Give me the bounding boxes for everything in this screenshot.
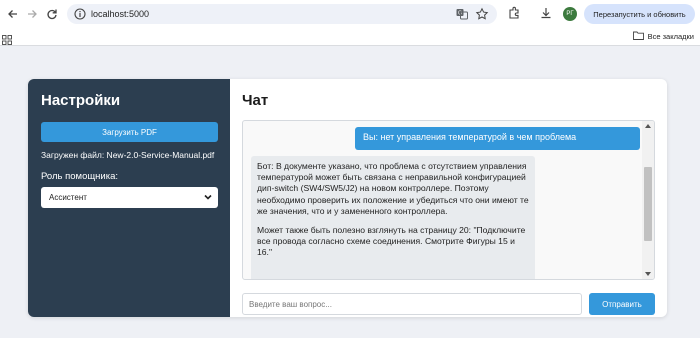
chat-panel: Чат Вы: нет управления температурой в че… (230, 79, 667, 317)
extensions-icon[interactable] (507, 6, 523, 22)
bot-message-paragraph: Может также быть полезно взглянуть на ст… (257, 225, 526, 258)
all-bookmarks-label: Все закладки (647, 32, 694, 41)
site-info-icon[interactable] (73, 7, 87, 21)
question-input[interactable] (242, 293, 582, 315)
folder-icon (632, 31, 644, 42)
role-select-value: Ассистент (49, 193, 87, 202)
scroll-down-arrow-icon[interactable] (645, 272, 651, 276)
translate-icon[interactable]: G (455, 7, 469, 21)
send-button[interactable]: Отправить (589, 293, 655, 315)
role-label: Роль помощника: (41, 171, 119, 182)
browser-toolbar: localhost:5000 G РГ Перезапустить и обно… (0, 0, 700, 28)
scroll-up-arrow-icon[interactable] (645, 124, 651, 128)
app-container: Настройки Загрузить PDF Загружен файл: N… (28, 79, 667, 317)
settings-sidebar: Настройки Загрузить PDF Загружен файл: N… (28, 79, 230, 317)
url-text: localhost:5000 (91, 9, 150, 19)
bot-message-paragraph: Бот: В документе указано, что проблема с… (257, 161, 529, 216)
bookmark-star-icon[interactable] (475, 7, 489, 21)
address-bar[interactable]: localhost:5000 G (67, 4, 497, 24)
user-message: Вы: нет управления температурой в чем пр… (355, 127, 640, 150)
back-icon[interactable] (4, 5, 22, 23)
uploaded-file-status: Загружен файл: New-2.0-Service-Manual.pd… (41, 150, 215, 160)
chat-history[interactable]: Вы: нет управления температурой в чем пр… (242, 120, 655, 280)
chat-scrollbar[interactable] (642, 121, 654, 279)
sidebar-title: Настройки (41, 92, 121, 109)
upload-pdf-button[interactable]: Загрузить PDF (41, 122, 218, 142)
reload-icon[interactable] (43, 5, 61, 23)
forward-icon[interactable] (23, 5, 41, 23)
all-bookmarks-button[interactable]: Все закладки (632, 31, 694, 42)
bot-message: Бот: В документе указано, что проблема с… (251, 156, 535, 279)
relaunch-button[interactable]: Перезапустить и обновить (584, 4, 695, 24)
chat-title: Чат (242, 92, 269, 109)
apps-grid-icon[interactable] (2, 32, 12, 45)
chevron-down-icon (203, 192, 213, 202)
scrollbar-thumb[interactable] (644, 167, 652, 241)
profile-avatar[interactable]: РГ (563, 7, 577, 21)
download-icon[interactable] (539, 6, 555, 22)
role-select[interactable]: Ассистент (41, 187, 218, 208)
bookmarks-bar: Все закладки (0, 28, 700, 46)
